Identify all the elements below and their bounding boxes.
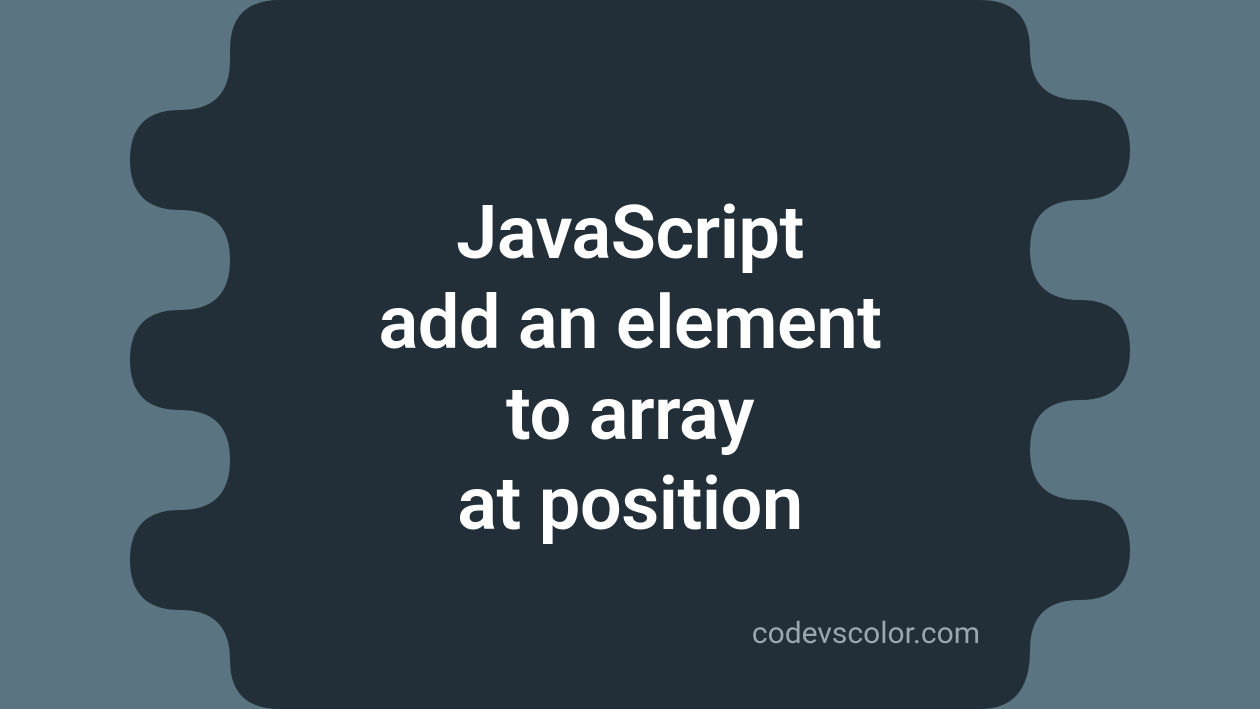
title-line-2: add an element bbox=[378, 279, 881, 369]
title-line-1: JavaScript bbox=[378, 189, 881, 279]
main-title: JavaScript add an element to array at po… bbox=[378, 189, 881, 550]
content-area: JavaScript add an element to array at po… bbox=[0, 0, 1260, 709]
attribution-text: codevscolor.com bbox=[752, 616, 980, 651]
title-line-4: at position bbox=[378, 460, 881, 550]
title-line-3: to array bbox=[378, 370, 881, 460]
